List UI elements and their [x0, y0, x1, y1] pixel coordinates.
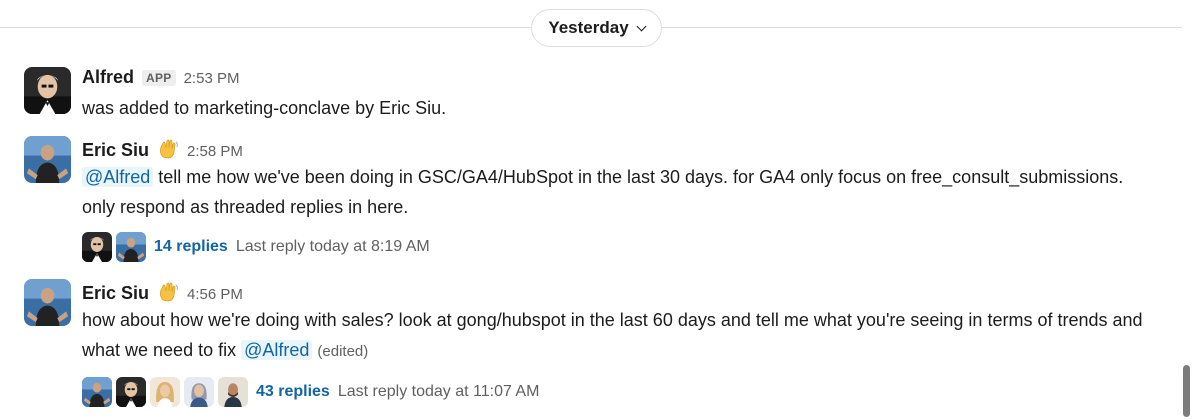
- waving-hand-icon: [157, 139, 179, 159]
- mention-link[interactable]: @Alfred: [241, 340, 313, 360]
- author-name[interactable]: Eric Siu: [82, 283, 149, 304]
- thread-avatar: [116, 377, 146, 407]
- date-divider-label: Yesterday: [548, 18, 629, 37]
- thread-summary[interactable]: 43 replies Last reply today at 11:07 AM: [82, 377, 1160, 407]
- message: Eric Siu 2:58 PM @Alfred tell me how we'…: [24, 136, 1160, 256]
- message-text: was added to marketing-conclave by Eric …: [82, 98, 447, 118]
- thread-avatar: [218, 377, 248, 407]
- message: Eric Siu 4:56 PM how about how we're doi…: [24, 279, 1160, 404]
- replies-link[interactable]: 43 replies: [256, 383, 330, 401]
- timestamp[interactable]: 2:58 PM: [187, 143, 243, 160]
- avatar[interactable]: [24, 67, 71, 114]
- timestamp[interactable]: 2:53 PM: [184, 70, 240, 87]
- message-text: @Alfred tell me how we've been doing in …: [82, 162, 1160, 222]
- mention-link[interactable]: @Alfred: [82, 167, 154, 187]
- author-name[interactable]: Eric Siu: [82, 140, 149, 161]
- thread-summary[interactable]: 14 replies Last reply today at 8:19 AM: [82, 232, 1160, 262]
- author-name[interactable]: Alfred: [82, 67, 134, 88]
- message-body: tell me how we've been doing in GSC/GA4/…: [82, 167, 1124, 217]
- chevron-down-icon: [636, 21, 647, 31]
- avatar[interactable]: [24, 279, 71, 326]
- edited-label: (edited): [317, 343, 369, 360]
- thread-avatar: [82, 377, 112, 407]
- app-badge: APP: [142, 70, 176, 86]
- avatar[interactable]: [24, 136, 71, 183]
- last-reply-text: Last reply today at 11:07 AM: [337, 383, 540, 400]
- waving-hand-icon: [157, 282, 179, 302]
- replies-link[interactable]: 14 replies: [154, 238, 228, 256]
- scrollbar-thumb[interactable]: [1183, 365, 1190, 417]
- thread-avatar: [184, 377, 214, 407]
- message: Alfred APP 2:53 PM was added to marketin…: [24, 67, 1160, 123]
- last-reply-text: Last reply today at 8:19 AM: [235, 238, 430, 255]
- thread-avatar: [116, 232, 146, 262]
- timestamp[interactable]: 4:56 PM: [187, 286, 243, 303]
- thread-avatar: [82, 232, 112, 262]
- message-text: how about how we're doing with sales? lo…: [82, 305, 1160, 367]
- thread-avatar: [150, 377, 180, 407]
- date-divider-button[interactable]: Yesterday: [531, 9, 662, 47]
